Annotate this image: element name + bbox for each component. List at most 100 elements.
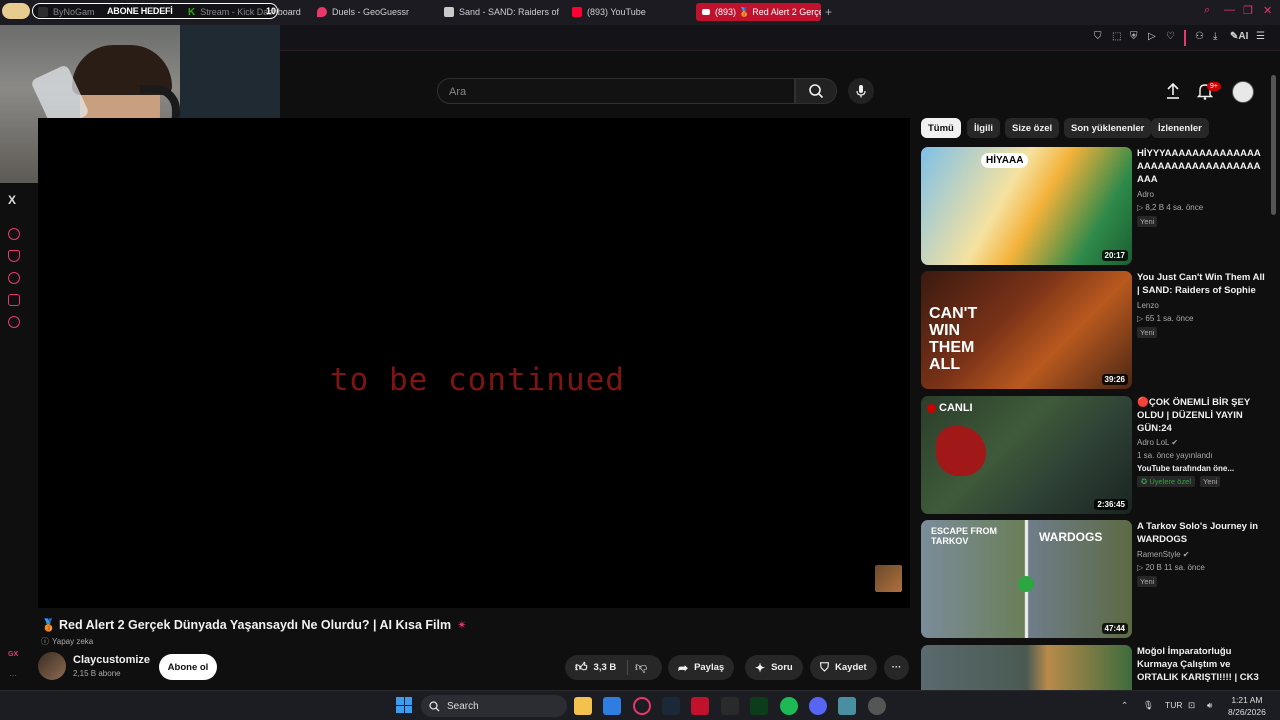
ai-content-tag[interactable]: ⓘ Yapay zeka: [41, 636, 93, 647]
rec-channel[interactable]: Adro LoL ✔: [1137, 438, 1178, 447]
rec-channel[interactable]: Lenzo: [1137, 301, 1159, 310]
steam-icon[interactable]: [662, 697, 680, 715]
volume-icon[interactable]: 🔊︎: [1207, 700, 1212, 711]
minimize-icon[interactable]: —: [1224, 4, 1235, 16]
chip-watched[interactable]: İzlenenler: [1151, 118, 1209, 138]
app-icon[interactable]: [838, 697, 856, 715]
like-button[interactable]: 👍︎ 3,3 B: [565, 655, 626, 680]
app-icon[interactable]: [691, 697, 709, 715]
search-icon: [809, 84, 824, 99]
rec-meta: ▷ 20 B 11 sa. önce: [1137, 563, 1205, 572]
aria-ai-button[interactable]: ✎AI: [1230, 31, 1248, 42]
chip-for-you[interactable]: Size özel: [1005, 118, 1060, 138]
rec-thumbnail[interactable]: HİYAAA 20:17: [921, 147, 1132, 265]
rec-channel[interactable]: RamenStyle ✔: [1137, 550, 1190, 559]
search-placeholder: Ara: [449, 86, 467, 98]
dislike-button[interactable]: 👎︎: [635, 660, 647, 675]
app-icon[interactable]: [868, 697, 886, 715]
taskbar-clock[interactable]: 1:21 AM 8/26/2026: [1228, 694, 1266, 718]
tab-youtube-active[interactable]: (893) 🥉 Red Alert 2 Gerçe: [696, 3, 821, 21]
tray-overflow-icon[interactable]: ⌃: [1121, 700, 1128, 711]
tab-geoguessr[interactable]: Duels - GeoGuessr: [317, 3, 409, 21]
more-actions-button[interactable]: ···: [884, 655, 909, 680]
language-indicator[interactable]: TUR: [1165, 700, 1182, 710]
rec-title[interactable]: A Tarkov Solo's Journey in WARDOGS: [1137, 520, 1267, 546]
ask-button[interactable]: ✦ Soru: [745, 655, 803, 680]
x-twitter-icon[interactable]: X: [8, 193, 16, 207]
star-icon: ✴: [457, 618, 468, 632]
duration-badge: 47:44: [1101, 623, 1128, 634]
notification-count-badge: 9+: [1207, 82, 1221, 91]
opera-gx-icon[interactable]: [633, 697, 651, 715]
search-tabs-icon[interactable]: ⌕: [1204, 4, 1210, 17]
sidebar-history-icon[interactable]: [8, 272, 20, 284]
search-input[interactable]: Ara: [437, 78, 795, 104]
network-icon[interactable]: ⊡: [1188, 700, 1195, 711]
player-icon[interactable]: ▷: [1148, 31, 1156, 42]
page-scrollbar[interactable]: [1271, 75, 1276, 215]
tab-sand[interactable]: Sand - SAND: Raiders of S...: [444, 3, 559, 21]
rec-title[interactable]: HİYYYAAAAAAAAAAAAAAAAAAAAAAAAAAAAAAAAAAA: [1137, 147, 1267, 186]
epic-games-icon[interactable]: [721, 697, 739, 715]
more-icon: ···: [891, 662, 902, 673]
new-badge: Yeni: [1137, 576, 1158, 587]
tab-youtube[interactable]: (893) YouTube: [572, 3, 646, 21]
sidebar-heart-icon[interactable]: [8, 250, 20, 262]
rec-meta: ▷ 8,2 B 4 sa. önce: [1137, 203, 1204, 212]
chip-all[interactable]: Tümü: [921, 118, 961, 138]
channel-watermark[interactable]: [875, 565, 902, 592]
chip-recent[interactable]: Son yüklenenler: [1064, 118, 1152, 138]
heart-icon[interactable]: ♡: [1166, 31, 1175, 42]
menu-icon[interactable]: ☰: [1256, 31, 1265, 42]
upload-icon[interactable]: [1165, 82, 1181, 100]
thumb-speech-bubble: HİYAAA: [981, 153, 1029, 168]
download-icon[interactable]: ⤓: [1213, 31, 1217, 42]
snapshot-icon[interactable]: ⬚: [1112, 31, 1121, 42]
rec-thumbnail[interactable]: [921, 645, 1132, 690]
gx-control-icon[interactable]: GX: [8, 651, 18, 658]
taskbar-search[interactable]: Search: [421, 695, 567, 717]
share-button[interactable]: ➦ Paylaş: [668, 655, 735, 680]
profile-icon[interactable]: ⚇: [1195, 31, 1204, 42]
store-icon[interactable]: [603, 697, 621, 715]
sidebar-add-icon[interactable]: [8, 228, 20, 240]
rec-meta: ▷ 65 1 sa. önce: [1137, 314, 1194, 323]
vpn-icon[interactable]: ⛨: [1130, 31, 1138, 42]
channel-name[interactable]: Claycustomize: [73, 654, 150, 666]
rec-thumbnail[interactable]: ESCAPE FROM TARKOV WARDOGS 47:44: [921, 520, 1132, 638]
voice-search-button[interactable]: [848, 78, 874, 104]
bookmark-icon[interactable]: ⛉: [1094, 31, 1102, 42]
account-avatar[interactable]: [1232, 81, 1254, 103]
file-explorer-icon[interactable]: [574, 697, 592, 715]
channel-avatar[interactable]: [38, 652, 66, 680]
sidebar-more-icon[interactable]: ···: [9, 671, 17, 680]
close-icon[interactable]: ✕: [1263, 4, 1272, 17]
subscribe-button[interactable]: Abone ol: [159, 654, 217, 680]
opera-sidebar: X GX ···: [0, 183, 28, 693]
app-icon[interactable]: [750, 697, 768, 715]
maximize-icon[interactable]: ❐: [1243, 4, 1253, 17]
spotify-icon[interactable]: [780, 697, 798, 715]
sidebar-extensions-icon[interactable]: [8, 294, 20, 306]
steam-db-icon: [444, 7, 454, 17]
save-button[interactable]: ⛉ Kaydet: [810, 655, 877, 680]
rec-channel[interactable]: Adro: [1137, 190, 1154, 199]
medal-icon: 🥉: [41, 618, 56, 632]
sidebar-settings-icon[interactable]: [8, 316, 20, 328]
sub-goal-count: 10: [266, 6, 277, 16]
sub-goal-pill: [2, 3, 30, 19]
like-divider: [627, 660, 628, 675]
thumb-arrow-icon: [1018, 576, 1034, 592]
rec-title[interactable]: You Just Can't Win Them All | SAND: Raid…: [1137, 271, 1267, 297]
rec-title[interactable]: 🔴ÇOK ÖNEMLİ BİR ŞEY OLDU | DÜZENLİ YAYIN…: [1137, 396, 1267, 435]
rec-thumbnail[interactable]: CAN'T WIN THEM ALL 39:26: [921, 271, 1132, 389]
discord-icon[interactable]: [809, 697, 827, 715]
search-button[interactable]: [795, 78, 837, 104]
chip-related[interactable]: İlgili: [967, 118, 1000, 138]
rec-thumbnail[interactable]: CANLI 2:36:45: [921, 396, 1132, 514]
new-badge: Yeni: [1137, 327, 1158, 338]
new-tab-button[interactable]: +: [825, 5, 832, 19]
thumb-caption-right: WARDOGS: [1039, 530, 1103, 544]
mic-tray-icon[interactable]: 🎙︎: [1143, 700, 1154, 711]
windows-start-icon[interactable]: [396, 697, 412, 713]
